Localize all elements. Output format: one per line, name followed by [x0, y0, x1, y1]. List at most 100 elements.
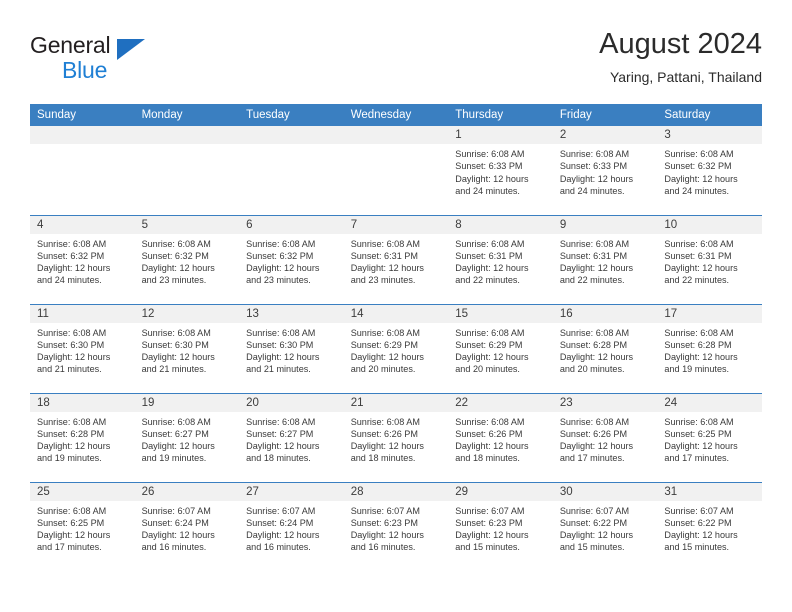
daylight-duration-line2: and 15 minutes.	[559, 542, 625, 553]
weekday-header-friday: Friday	[552, 104, 658, 126]
calendar-day-cell[interactable]: 14 Sunrise: 6:08 AM Sunset: 6:29 PM Dayligh…	[343, 303, 449, 393]
calendar-day-cell[interactable]: 15 Sunrise: 6:08 AM Sunset: 6:29 PM Dayligh…	[448, 303, 553, 393]
calendar-day-cell[interactable]: 8 Sunrise: 6:08 AM Sunset: 6:31 PM Daylight…	[448, 214, 553, 304]
day-number: 10	[657, 215, 762, 234]
day-details: Sunrise: 6:08 AM Sunset: 6:31 PM Daylight:…	[344, 234, 449, 287]
daylight-duration-line2: and 16 minutes.	[350, 542, 416, 553]
calendar-body: 1 Sunrise: 6:08 AM Sunset: 6:33 PM Daylight…	[30, 126, 762, 571]
calendar-day-cell[interactable]: 31 Sunrise: 6:07 AM Sunset: 6:22 PM Dayligh…	[657, 481, 762, 571]
calendar-day-cell[interactable]: 2 Sunrise: 6:08 AM Sunset: 6:33 PM Daylight…	[552, 126, 658, 215]
day-details: Sunrise: 6:07 AM Sunset: 6:23 PM Daylight:…	[344, 501, 449, 554]
day-number: 30	[552, 482, 658, 501]
day-details: Sunrise: 6:07 AM Sunset: 6:22 PM Daylight:…	[657, 501, 762, 554]
sunset-time: Sunset: 6:31 PM	[664, 250, 732, 261]
weekday-header-thursday: Thursday	[448, 104, 553, 126]
calendar-day-cell[interactable]: 3 Sunrise: 6:08 AM Sunset: 6:32 PM Daylight…	[657, 126, 762, 215]
day-details: Sunrise: 6:08 AM Sunset: 6:32 PM Daylight:…	[657, 144, 762, 197]
sunset-time: Sunset: 6:30 PM	[246, 339, 314, 350]
calendar-day-cell[interactable]: 30 Sunrise: 6:07 AM Sunset: 6:22 PM Dayligh…	[552, 481, 658, 571]
calendar-day-cell[interactable]: 22 Sunrise: 6:08 AM Sunset: 6:26 PM Dayligh…	[448, 392, 553, 482]
sunset-time: Sunset: 6:27 PM	[141, 428, 209, 439]
location-subtitle: Yaring, Pattani, Thailand	[609, 69, 762, 85]
calendar-day-cell[interactable]: 4 Sunrise: 6:08 AM Sunset: 6:32 PM Daylight…	[30, 214, 135, 304]
calendar-day-cell[interactable]: 18 Sunrise: 6:08 AM Sunset: 6:28 PM Dayligh…	[30, 392, 135, 482]
daylight-duration-line1: Daylight: 12 hours	[559, 530, 634, 541]
sunset-time: Sunset: 6:31 PM	[455, 250, 523, 261]
daylight-duration-line1: Daylight: 12 hours	[246, 441, 320, 452]
general-blue-logo[interactable]: General Blue	[30, 32, 230, 88]
sunrise-time: Sunrise: 6:08 AM	[141, 327, 211, 338]
sunrise-time: Sunrise: 6:08 AM	[664, 149, 734, 159]
sunrise-time: Sunrise: 6:08 AM	[37, 238, 107, 249]
calendar-day-cell[interactable]: 16 Sunrise: 6:08 AM Sunset: 6:28 PM Dayligh…	[552, 303, 658, 393]
day-details: Sunrise: 6:07 AM Sunset: 6:24 PM Daylight:…	[135, 501, 240, 554]
day-details: Sunrise: 6:08 AM Sunset: 6:32 PM Daylight:…	[30, 234, 135, 287]
day-details: Sunrise: 6:08 AM Sunset: 6:27 PM Daylight:…	[239, 412, 344, 465]
calendar-day-cell[interactable]: 7 Sunrise: 6:08 AM Sunset: 6:31 PM Daylight…	[343, 214, 449, 304]
day-details: Sunrise: 6:08 AM Sunset: 6:28 PM Daylight:…	[657, 323, 762, 376]
calendar-day-cell[interactable]: 11 Sunrise: 6:08 AM Sunset: 6:30 PM Dayligh…	[30, 303, 135, 393]
page-header: General Blue August 2024 Yaring, Pattani…	[30, 26, 762, 98]
daylight-duration-line1: Daylight: 12 hours	[455, 352, 529, 363]
sunrise-time: Sunrise: 6:08 AM	[141, 238, 211, 249]
calendar-day-cell[interactable]: 17 Sunrise: 6:08 AM Sunset: 6:28 PM Dayligh…	[657, 303, 762, 393]
sunset-time: Sunset: 6:32 PM	[141, 250, 209, 261]
calendar-day-cell[interactable]: 26 Sunrise: 6:07 AM Sunset: 6:24 PM Dayligh…	[134, 481, 240, 571]
day-number: 11	[30, 304, 135, 323]
calendar-day-cell[interactable]: 6 Sunrise: 6:08 AM Sunset: 6:32 PM Daylight…	[239, 214, 344, 304]
calendar-day-cell[interactable]: 29 Sunrise: 6:07 AM Sunset: 6:23 PM Dayligh…	[448, 481, 553, 571]
sunset-time: Sunset: 6:26 PM	[455, 428, 523, 439]
sunset-time: Sunset: 6:33 PM	[559, 161, 628, 172]
calendar-day-cell[interactable]: 20 Sunrise: 6:08 AM Sunset: 6:27 PM Dayligh…	[239, 392, 344, 482]
daylight-duration-line2: and 21 minutes.	[141, 364, 207, 375]
daylight-duration-line1: Daylight: 12 hours	[455, 530, 529, 541]
day-number: 24	[657, 393, 762, 412]
sunset-time: Sunset: 6:32 PM	[246, 250, 314, 261]
sunrise-time: Sunrise: 6:08 AM	[37, 416, 107, 427]
daylight-duration-line2: and 15 minutes.	[664, 542, 730, 553]
sunset-time: Sunset: 6:31 PM	[350, 250, 418, 261]
calendar-day-cell[interactable]: 28 Sunrise: 6:07 AM Sunset: 6:23 PM Dayligh…	[343, 481, 449, 571]
sunrise-time: Sunrise: 6:08 AM	[455, 327, 525, 338]
day-number: 23	[552, 393, 658, 412]
daylight-duration-line1: Daylight: 12 hours	[350, 263, 424, 274]
sunrise-time: Sunrise: 6:08 AM	[246, 238, 316, 249]
calendar-day-cell[interactable]: 27 Sunrise: 6:07 AM Sunset: 6:24 PM Dayligh…	[239, 481, 344, 571]
calendar-day-cell[interactable]: 19 Sunrise: 6:08 AM Sunset: 6:27 PM Dayligh…	[134, 392, 240, 482]
sunrise-time: Sunrise: 6:08 AM	[37, 327, 107, 338]
calendar-day-cell[interactable]: 1 Sunrise: 6:08 AM Sunset: 6:33 PM Daylight…	[448, 126, 553, 215]
calendar-day-cell[interactable]: 10 Sunrise: 6:08 AM Sunset: 6:31 PM Dayligh…	[657, 214, 762, 304]
day-number: 12	[134, 304, 240, 323]
daylight-duration-line2: and 20 minutes.	[350, 364, 416, 375]
daylight-duration-line2: and 16 minutes.	[246, 542, 311, 553]
daylight-duration-line2: and 18 minutes.	[246, 453, 311, 464]
day-number: 14	[343, 304, 449, 323]
sunset-time: Sunset: 6:24 PM	[141, 517, 209, 528]
day-details: Sunrise: 6:08 AM Sunset: 6:26 PM Daylight:…	[448, 412, 553, 465]
day-number	[343, 126, 449, 144]
calendar-day-cell[interactable]: 24 Sunrise: 6:08 AM Sunset: 6:25 PM Dayligh…	[657, 392, 762, 482]
sunrise-time: Sunrise: 6:08 AM	[455, 416, 525, 427]
day-number: 5	[134, 215, 240, 234]
calendar-day-cell[interactable]: 23 Sunrise: 6:08 AM Sunset: 6:26 PM Dayligh…	[552, 392, 658, 482]
daylight-duration-line2: and 19 minutes.	[141, 453, 207, 464]
calendar-day-cell[interactable]: 13 Sunrise: 6:08 AM Sunset: 6:30 PM Dayligh…	[239, 303, 344, 393]
calendar-day-cell[interactable]: 5 Sunrise: 6:08 AM Sunset: 6:32 PM Daylight…	[134, 214, 240, 304]
day-number: 25	[30, 482, 135, 501]
calendar-day-cell[interactable]: 21 Sunrise: 6:08 AM Sunset: 6:26 PM Dayligh…	[343, 392, 449, 482]
sunrise-time: Sunrise: 6:07 AM	[246, 505, 316, 516]
calendar-day-cell[interactable]: 9 Sunrise: 6:08 AM Sunset: 6:31 PM Daylight…	[552, 214, 658, 304]
sunrise-time: Sunrise: 6:08 AM	[664, 416, 734, 427]
calendar-day-cell[interactable]: 12 Sunrise: 6:08 AM Sunset: 6:30 PM Dayligh…	[134, 303, 240, 393]
calendar-day-cell[interactable]: 25 Sunrise: 6:08 AM Sunset: 6:25 PM Dayligh…	[30, 481, 135, 571]
day-number: 17	[657, 304, 762, 323]
daylight-duration-line2: and 17 minutes.	[559, 453, 625, 464]
daylight-duration-line1: Daylight: 12 hours	[141, 441, 215, 452]
day-number: 8	[448, 215, 553, 234]
sunset-time: Sunset: 6:28 PM	[559, 339, 628, 350]
weekday-header-saturday: Saturday	[657, 104, 762, 126]
sunrise-time: Sunrise: 6:08 AM	[559, 327, 630, 338]
sunrise-time: Sunrise: 6:07 AM	[664, 505, 734, 516]
sunset-time: Sunset: 6:28 PM	[664, 339, 732, 350]
calendar-week-row: 4 Sunrise: 6:08 AM Sunset: 6:32 PM Daylight…	[30, 214, 762, 304]
